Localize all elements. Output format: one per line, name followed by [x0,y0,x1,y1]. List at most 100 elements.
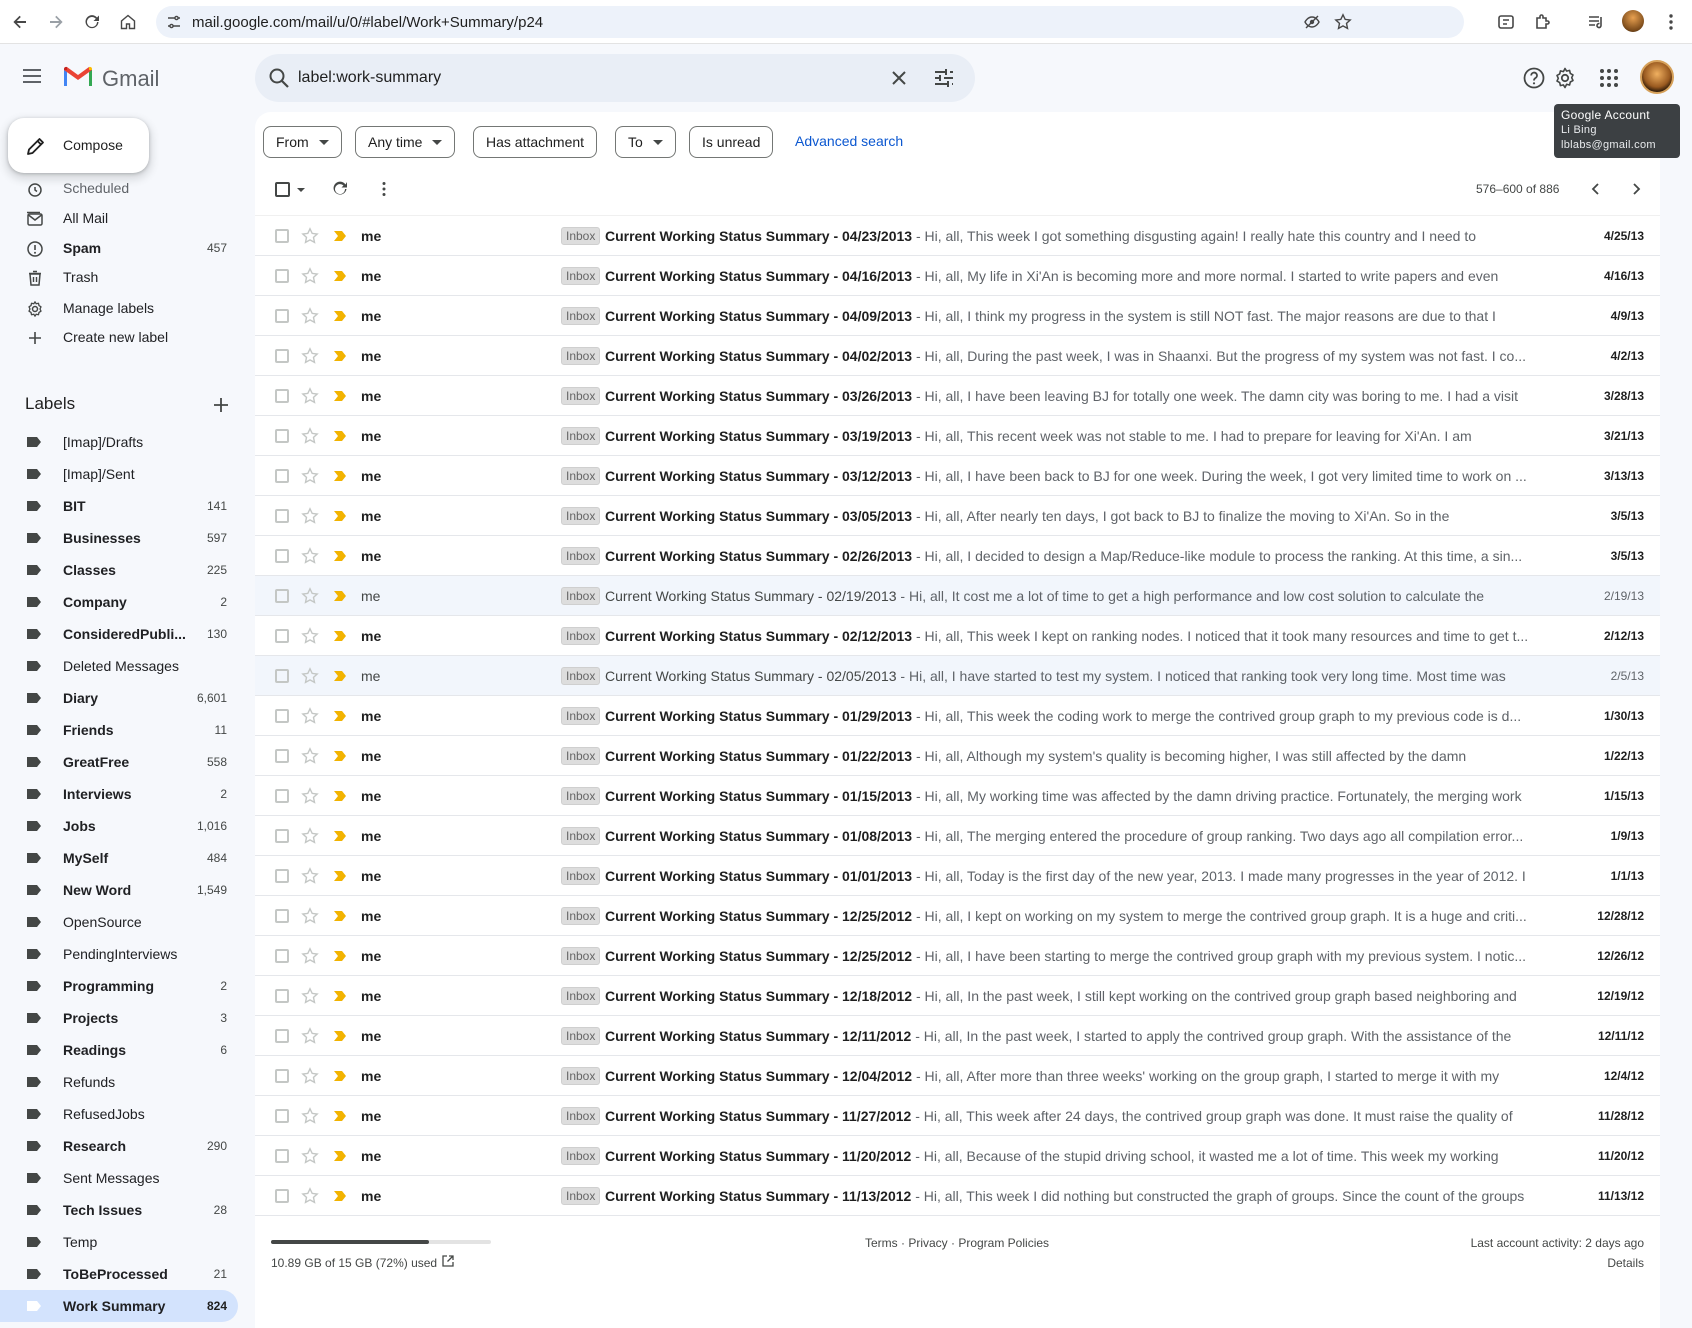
sidebar-label-diary[interactable]: Diary 6,601 [0,682,238,714]
select-dropdown-icon[interactable] [297,188,305,192]
importance-marker-icon[interactable] [333,310,347,322]
inbox-badge[interactable]: Inbox [561,427,601,445]
filter-to-chip[interactable]: To [615,126,676,158]
row-checkbox[interactable] [275,629,289,643]
extension-icon[interactable] [1496,12,1516,32]
sidebar-label-bit[interactable]: BIT 141 [0,490,238,522]
email-row[interactable]: me Inbox Current Working Status Summary - … [255,1056,1660,1096]
row-checkbox[interactable] [275,789,289,803]
row-checkbox[interactable] [275,1189,289,1203]
row-checkbox[interactable] [275,989,289,1003]
sidebar-label-imap-drafts[interactable]: [Imap]/Drafts [0,426,238,458]
importance-marker-icon[interactable] [333,630,347,642]
star-icon[interactable] [301,1067,319,1085]
sidebar-label-pendinginterviews[interactable]: PendingInterviews [0,938,238,970]
importance-marker-icon[interactable] [333,1030,347,1042]
home-icon[interactable] [116,10,140,34]
browser-menu-icon[interactable] [1662,12,1680,32]
sidebar-label-temp[interactable]: Temp [0,1226,238,1258]
sidebar-label-projects[interactable]: Projects 3 [0,1002,238,1034]
sidebar-label-interviews[interactable]: Interviews 2 [0,778,238,810]
email-row[interactable]: me Inbox Current Working Status Summary - … [255,456,1660,496]
importance-marker-icon[interactable] [333,870,347,882]
inbox-badge[interactable]: Inbox [561,1027,601,1045]
main-menu-icon[interactable] [20,64,44,88]
star-icon[interactable] [301,867,319,885]
sidebar-label-tobeprocessed[interactable]: ToBeProcessed 21 [0,1258,238,1290]
importance-marker-icon[interactable] [333,1070,347,1082]
importance-marker-icon[interactable] [333,1150,347,1162]
email-row[interactable]: me Inbox Current Working Status Summary - … [255,976,1660,1016]
star-icon[interactable] [301,947,319,965]
star-icon[interactable] [301,507,319,525]
bookmark-star-icon[interactable] [1334,13,1352,31]
importance-marker-icon[interactable] [333,750,347,762]
importance-marker-icon[interactable] [333,830,347,842]
sidebar-label-classes[interactable]: Classes 225 [0,554,238,586]
sidebar-label-deleted-messages[interactable]: Deleted Messages [0,650,238,682]
sidebar-label-businesses[interactable]: Businesses 597 [0,522,238,554]
inbox-badge[interactable]: Inbox [561,947,601,965]
inbox-badge[interactable]: Inbox [561,827,601,845]
sidebar-label-imap-sent[interactable]: [Imap]/Sent [0,458,238,490]
inbox-badge[interactable]: Inbox [561,667,601,685]
email-row[interactable]: me Inbox Current Working Status Summary - … [255,1096,1660,1136]
email-row[interactable]: me Inbox Current Working Status Summary - … [255,856,1660,896]
star-icon[interactable] [301,267,319,285]
star-icon[interactable] [301,827,319,845]
google-account-avatar[interactable] [1640,60,1674,94]
inbox-badge[interactable]: Inbox [561,547,601,565]
advanced-search-link[interactable]: Advanced search [795,133,903,149]
select-all-checkbox[interactable] [275,182,290,197]
star-icon[interactable] [301,547,319,565]
sidebar-item-all-mail[interactable]: All Mail [0,202,238,234]
row-checkbox[interactable] [275,269,289,283]
email-row[interactable]: me Inbox Current Working Status Summary - … [255,536,1660,576]
sidebar-label-research[interactable]: Research 290 [0,1130,238,1162]
email-row[interactable]: me Inbox Current Working Status Summary - … [255,736,1660,776]
email-row[interactable]: me Inbox Current Working Status Summary - … [255,656,1660,696]
star-icon[interactable] [301,707,319,725]
inbox-badge[interactable]: Inbox [561,507,601,525]
star-icon[interactable] [301,387,319,405]
row-checkbox[interactable] [275,309,289,323]
inbox-badge[interactable]: Inbox [561,707,601,725]
email-row[interactable]: me Inbox Current Working Status Summary - … [255,496,1660,536]
browser-profile-avatar[interactable] [1622,10,1644,32]
inbox-badge[interactable]: Inbox [561,1107,601,1125]
puzzle-extensions-icon[interactable] [1532,12,1552,32]
row-checkbox[interactable] [275,549,289,563]
row-checkbox[interactable] [275,229,289,243]
row-checkbox[interactable] [275,469,289,483]
star-icon[interactable] [301,1187,319,1205]
importance-marker-icon[interactable] [333,910,347,922]
star-icon[interactable] [301,627,319,645]
row-checkbox[interactable] [275,349,289,363]
sidebar-label-tech-issues[interactable]: Tech Issues 28 [0,1194,238,1226]
row-checkbox[interactable] [275,709,289,723]
importance-marker-icon[interactable] [333,950,347,962]
filter-is-unread-chip[interactable]: Is unread [689,126,774,158]
inbox-badge[interactable]: Inbox [561,867,601,885]
star-icon[interactable] [301,227,319,245]
row-checkbox[interactable] [275,909,289,923]
filter-has-attachment-chip[interactable]: Has attachment [473,126,598,158]
star-icon[interactable] [301,667,319,685]
email-row[interactable]: me Inbox Current Working Status Summary - … [255,216,1660,256]
sidebar-item-trash[interactable]: Trash [0,261,238,293]
sidebar-label-refunds[interactable]: Refunds [0,1066,238,1098]
inbox-badge[interactable]: Inbox [561,387,601,405]
star-icon[interactable] [301,1107,319,1125]
importance-marker-icon[interactable] [333,550,347,562]
media-controls-icon[interactable] [1586,12,1606,32]
search-input[interactable]: label:work-summary [298,69,441,87]
row-checkbox[interactable] [275,509,289,523]
compose-button[interactable]: Compose [8,118,149,173]
details-link[interactable]: Details [1607,1256,1644,1270]
inbox-badge[interactable]: Inbox [561,1147,601,1165]
inbox-badge[interactable]: Inbox [561,1067,601,1085]
sidebar-label-new-word[interactable]: New Word 1,549 [0,874,238,906]
address-bar[interactable]: mail.google.com/mail/u/0/#label/Work+Sum… [156,6,1464,38]
star-icon[interactable] [301,1027,319,1045]
inbox-badge[interactable]: Inbox [561,587,601,605]
